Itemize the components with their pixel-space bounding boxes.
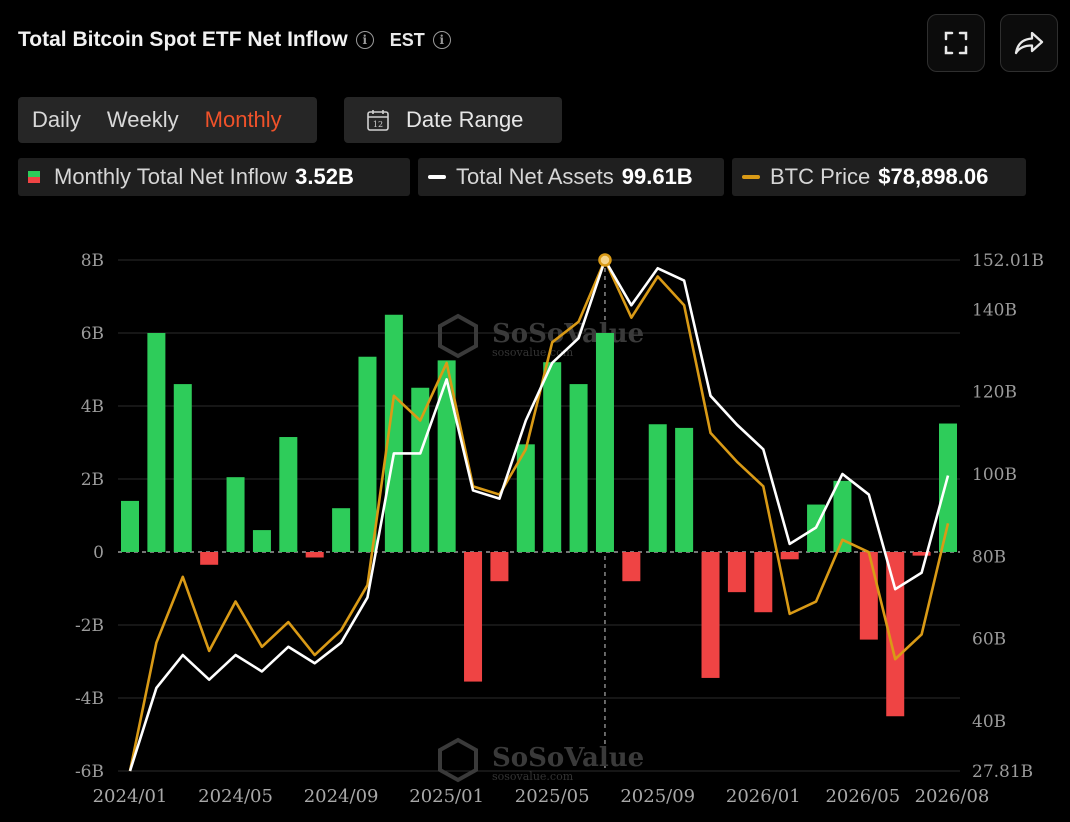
y-tick-label: -4B: [75, 689, 104, 709]
inflow-bar: [411, 387, 430, 552]
inflow-bar: [780, 552, 799, 560]
inflow-bar: [648, 424, 667, 552]
timezone-info-icon[interactable]: i: [432, 31, 451, 49]
y2-tick-label: 152.01B: [972, 251, 1044, 271]
x-tick-label: 2026/05: [825, 786, 900, 807]
legend-assets-value: 99.61B: [621, 164, 693, 189]
btc-price-line: [128, 258, 950, 772]
x-tick-label: 2025/05: [515, 786, 590, 807]
inflow-bar: [147, 333, 166, 552]
fullscreen-button[interactable]: [927, 14, 985, 72]
inflow-bar: [543, 362, 562, 552]
y-tick-label: -2B: [75, 616, 104, 636]
date-range-label: Date Range: [406, 107, 524, 132]
inflow-bar: [807, 504, 826, 552]
inflow-bar: [886, 552, 905, 717]
inflow-bar: [859, 552, 878, 640]
y-tick-label: 6B: [81, 324, 104, 344]
inflow-bar: [226, 477, 245, 552]
calendar-icon-day: 12: [373, 120, 383, 129]
y2-tick-label: 140B: [972, 300, 1017, 320]
legend-price-value: $78,898.06: [878, 164, 989, 189]
inflow-bar: [675, 427, 694, 552]
inflow-bar: [279, 437, 298, 552]
watermark-top-name: SoSoValue: [492, 319, 644, 349]
inflow-bar: [464, 552, 483, 682]
y-tick-label: 4B: [81, 397, 104, 417]
x-tick-label: 2025/01: [409, 786, 484, 807]
y2-tick-label: 40B: [972, 712, 1006, 732]
inflow-bar: [173, 384, 192, 552]
inflow-bar: [490, 552, 509, 582]
y2-tick-label: 100B: [972, 465, 1017, 485]
inflow-bar: [622, 552, 641, 582]
watermark-top-url: sosovalue.com: [492, 346, 574, 359]
calendar-icon: 12: [367, 110, 389, 131]
highlight-marker: [598, 253, 612, 267]
legend-net-inflow[interactable]: Monthly Total Net Inflow 3.52B: [18, 158, 410, 196]
watermark-top: SoSoValue sosovalue.com: [438, 313, 644, 359]
x-tick-label: 2025/09: [620, 786, 695, 807]
inflow-swatch-icon: [28, 171, 40, 183]
assets-line-icon: [428, 175, 446, 179]
inflow-bar: [569, 384, 588, 552]
inflow-bar: [437, 360, 456, 552]
inflow-bar: [252, 530, 271, 552]
legend-btc-price[interactable]: BTC Price $78,898.06: [732, 158, 1026, 196]
inflow-bar: [332, 508, 351, 552]
inflow-bar: [595, 333, 614, 552]
y-tick-label: 8B: [81, 251, 104, 271]
legend-price-label: BTC Price: [770, 164, 871, 189]
inflow-bar: [754, 552, 773, 613]
watermark-bottom-name: SoSoValue: [492, 743, 644, 773]
inflow-bar: [939, 423, 957, 552]
y2-tick-label: 27.81B: [972, 762, 1033, 782]
y2-tick-label: 120B: [972, 383, 1017, 403]
y2-tick-label: 60B: [972, 630, 1006, 650]
inflow-bar: [121, 500, 139, 552]
x-tick-label: 2024/09: [304, 786, 379, 807]
timezone-label[interactable]: EST: [390, 30, 425, 51]
total-assets-line: [128, 258, 950, 772]
fullscreen-icon: [944, 31, 968, 55]
share-button[interactable]: [1000, 14, 1058, 72]
title-info-icon[interactable]: i: [355, 31, 374, 49]
tab-monthly[interactable]: Monthly: [197, 107, 290, 133]
price-line-icon: [742, 175, 760, 179]
x-tick-label: 2024/01: [93, 786, 168, 807]
x-tick-label: 2026/01: [726, 786, 801, 807]
inflow-bar: [912, 552, 931, 556]
inflow-bar: [727, 552, 746, 593]
inflow-bar: [384, 314, 403, 552]
tab-daily[interactable]: Daily: [24, 107, 89, 133]
interval-tabs: Daily Weekly Monthly: [18, 97, 317, 143]
watermark-layer: SoSoValue sosovalue.com SoSoValue sosova…: [438, 313, 644, 783]
inflow-bar: [833, 480, 852, 552]
inflow-bar: [358, 356, 377, 552]
watermark-bottom-url: sosovalue.com: [492, 770, 574, 783]
legend-inflow-value: 3.52B: [295, 164, 354, 189]
y-tick-label: -6B: [75, 762, 104, 782]
y-tick-label: 2B: [81, 470, 104, 490]
legend-assets-label: Total Net Assets: [456, 164, 614, 189]
share-icon: [1014, 31, 1044, 55]
date-range-button[interactable]: 12 Date Range: [344, 97, 562, 143]
tab-weekly[interactable]: Weekly: [99, 107, 187, 133]
inflow-bar: [200, 552, 219, 565]
inflow-bar: [701, 552, 720, 678]
chart-title-bar: Total Bitcoin Spot ETF Net Inflow i EST …: [18, 28, 451, 52]
x-tick-label: 2026/08: [915, 786, 990, 807]
page-title: Total Bitcoin Spot ETF Net Inflow: [18, 28, 348, 51]
y2-tick-label: 80B: [972, 547, 1006, 567]
x-tick-label: 2024/05: [198, 786, 273, 807]
inflow-bar: [305, 552, 324, 558]
y-tick-label: 0: [93, 543, 104, 563]
legend-inflow-label: Monthly Total Net Inflow: [54, 164, 288, 189]
legend-total-assets[interactable]: Total Net Assets 99.61B: [418, 158, 724, 196]
watermark-bottom: SoSoValue sosovalue.com: [438, 737, 644, 783]
inflow-bar: [516, 444, 535, 552]
